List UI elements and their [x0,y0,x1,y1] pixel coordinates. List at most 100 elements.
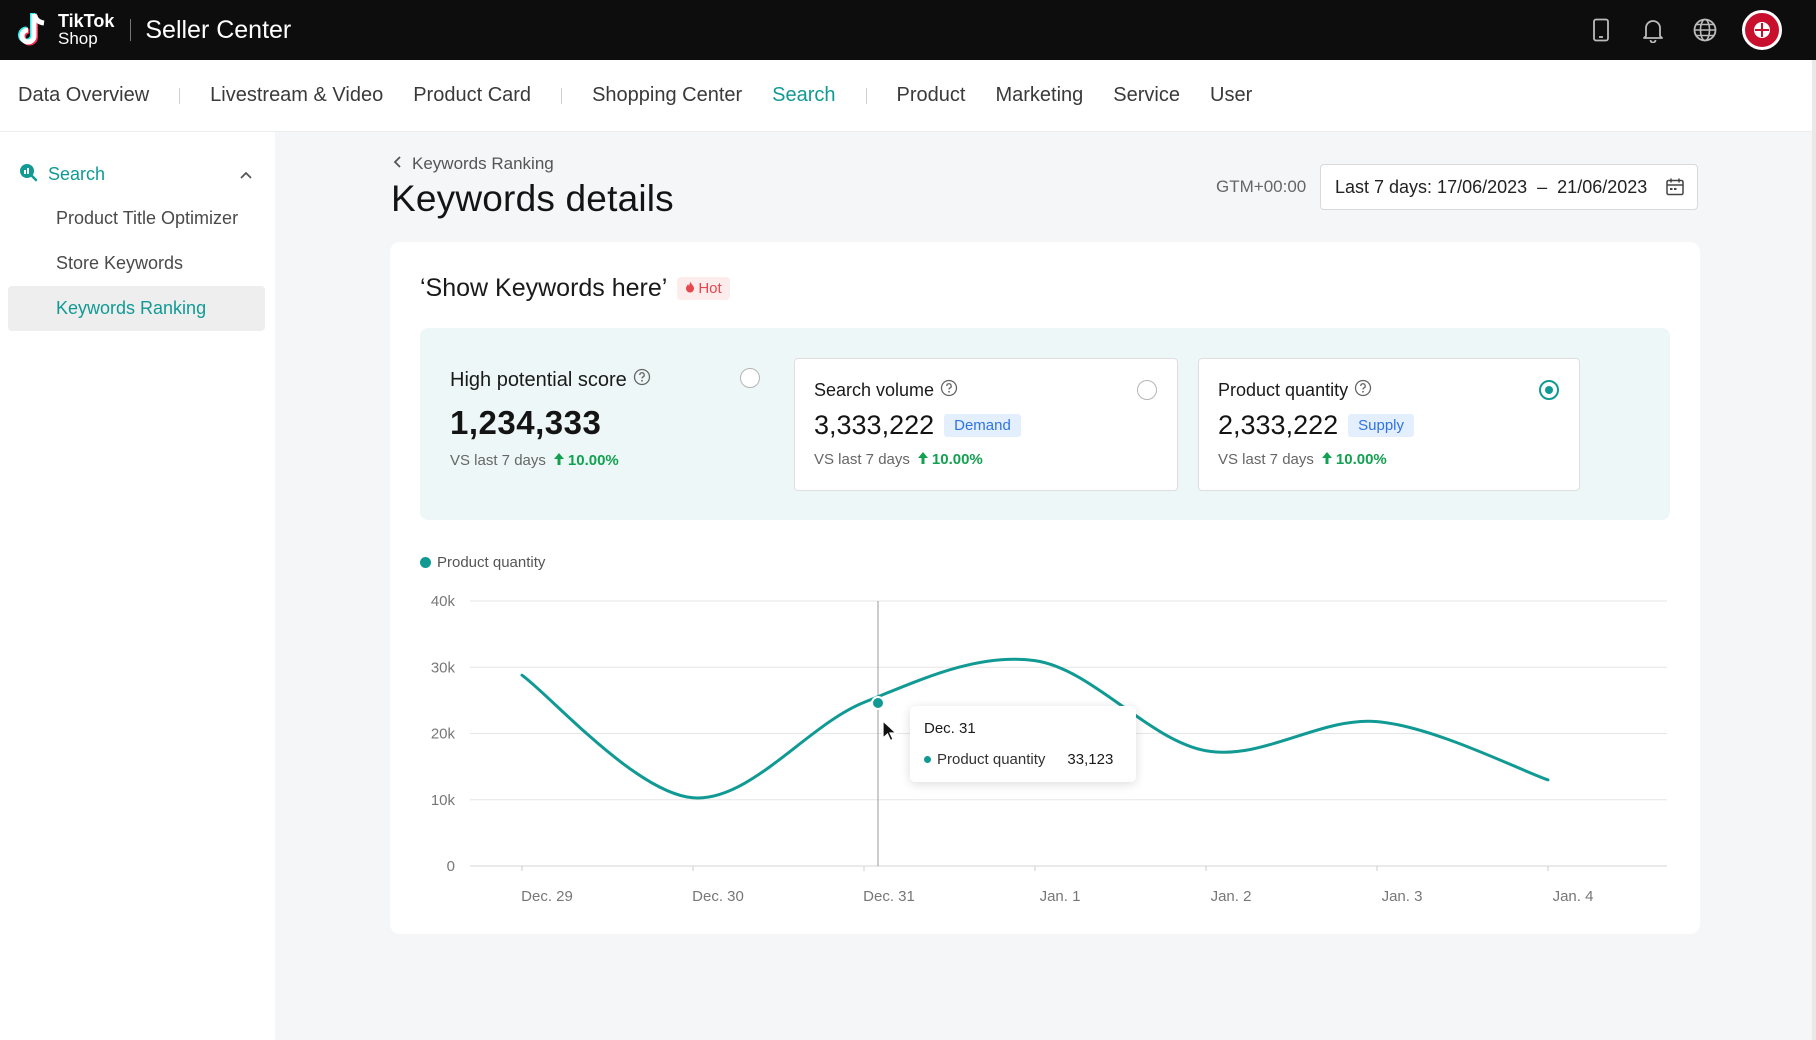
metric-value: 3,333,222 [814,410,935,440]
nav-user[interactable]: User [1210,84,1252,107]
sidebar-item-keywords-ranking[interactable]: Keywords Ranking [8,286,265,331]
metric-change: 10.00% [553,452,619,469]
supply-tag: Supply [1348,414,1414,437]
radio-search-volume[interactable] [1137,380,1157,400]
tooltip-value: 33,123 [1067,751,1114,768]
sidebar-group-search[interactable]: Search [0,152,275,196]
chevron-left-icon [393,154,402,174]
legend-label: Product quantity [437,554,546,571]
help-icon[interactable] [1354,379,1372,402]
sidebar-item-product-title-optimizer[interactable]: Product Title Optimizer [8,196,265,241]
metric-vs-label: VS last 7 days [450,452,546,469]
radio-product-quantity[interactable] [1539,380,1559,400]
tiktok-shop-logo[interactable]: TikTok Shop [16,10,114,50]
search-chart-icon [18,162,38,187]
metric-change-value: 10.00% [931,451,983,468]
metric-comparison: VS last 7 days 10.00% [450,452,651,469]
metric-change-value: 10.00% [567,452,619,469]
main-content: Keywords Ranking Keywords details GTM+00… [275,132,1816,1040]
timezone-label: GTM+00:00 [1216,177,1307,196]
hot-badge: Hot [677,277,730,300]
metric-label: High potential score [450,368,651,392]
keyword-title: ‘Show Keywords here’ [420,274,668,302]
nav-search[interactable]: Search [772,84,835,107]
breadcrumb[interactable]: Keywords Ranking [393,154,554,174]
help-icon[interactable] [633,368,651,392]
breadcrumb-label: Keywords Ranking [412,154,554,173]
metric-product-quantity[interactable]: Product quantity 2,333,222 Supply VS las… [1198,358,1580,491]
metric-label: Product quantity [1218,379,1579,402]
date-range-picker[interactable]: Last 7 days: 17/06/2023 – 21/06/2023 [1320,164,1698,210]
metric-label: Search volume [814,379,1177,402]
metric-label-text: Product quantity [1218,380,1349,400]
tooltip-series: Product quantity [937,751,1046,768]
nav-shopping-center[interactable]: Shopping Center [592,84,742,107]
arrow-up-icon [1321,451,1332,468]
sidebar-item-store-keywords[interactable]: Store Keywords [8,241,265,286]
bell-icon[interactable] [1638,15,1668,45]
avatar[interactable] [1742,10,1782,50]
chart-legend[interactable]: Product quantity [420,554,545,571]
arrow-up-icon [917,451,928,468]
nav-service[interactable]: Service [1113,84,1180,107]
calendar-icon [1665,177,1685,202]
metric-high-potential[interactable]: High potential score 1,234,333 VS last 7… [450,368,651,469]
sidebar-item-label: Keywords Ranking [56,298,207,318]
chart-tooltip: Dec. 31 Product quantity 33,123 [910,706,1136,782]
keyword-details-card: ‘Show Keywords here’ Hot High potential … [390,242,1700,934]
nav-product-card[interactable]: Product Card [413,84,531,107]
date-range-start: Last 7 days: 17/06/2023 [1335,176,1528,197]
sidebar-group-label: Search [48,163,106,184]
metric-value-row: 3,333,222 Demand [814,410,1177,441]
top-header: TikTok Shop Seller Center [0,0,1816,60]
metric-vs-label: VS last 7 days [1218,451,1314,468]
mouse-pointer-icon [881,719,901,748]
metric-value: 1,234,333 [450,404,602,441]
scrollbar[interactable] [1812,60,1816,1040]
arrow-up-icon [553,452,564,469]
globe-icon[interactable] [1690,15,1720,45]
nav-product[interactable]: Product [897,84,966,107]
metric-vs-label: VS last 7 days [814,451,910,468]
sidebar: Search Product Title Optimizer Store Key… [0,132,275,1040]
date-range-separator: – [1537,176,1548,197]
tiktok-logo-icon [16,10,52,50]
sidebar-item-label: Product Title Optimizer [56,208,239,228]
metric-change: 10.00% [917,451,983,468]
nav-data-overview[interactable]: Data Overview [18,84,149,107]
nav-livestream-video[interactable]: Livestream & Video [210,84,383,107]
chevron-up-icon[interactable] [239,164,253,185]
nav-divider [865,87,867,104]
page-title: Keywords details [391,178,674,219]
nav-divider [561,87,563,104]
header-actions [1586,0,1782,60]
tooltip-dot [924,756,931,763]
metric-comparison: VS last 7 days 10.00% [814,451,1177,468]
metric-comparison: VS last 7 days 10.00% [1218,451,1579,468]
legend-dot [420,557,431,568]
metric-label-text: High potential score [450,368,627,391]
radio-high-potential[interactable] [740,368,760,388]
nav-divider [179,87,181,104]
metric-label-text: Search volume [814,380,935,400]
logo-divider [130,19,132,41]
tooltip-date: Dec. 31 [924,720,976,737]
metric-change-value: 10.00% [1335,451,1387,468]
hot-badge-label: Hot [698,280,722,297]
app-title: Seller Center [145,15,292,44]
demand-tag: Demand [944,414,1021,437]
keyword-title-row: ‘Show Keywords here’ Hot [420,274,730,303]
metric-value-row: 2,333,222 Supply [1218,410,1579,441]
logo-text: TikTok Shop [58,11,115,48]
sidebar-item-label: Store Keywords [56,253,184,273]
metrics-panel: High potential score 1,234,333 VS last 7… [420,328,1670,520]
logo-line2: Shop [58,29,98,48]
help-icon[interactable] [940,379,958,402]
nav-marketing[interactable]: Marketing [995,84,1083,107]
flame-icon [685,280,695,297]
mobile-icon[interactable] [1586,15,1616,45]
tooltip-row: Product quantity 33,123 [924,751,1136,768]
logo-line1: TikTok [58,11,115,31]
metric-search-volume[interactable]: Search volume 3,333,222 Demand VS last 7… [794,358,1178,491]
main-nav: Data Overview Livestream & Video Product… [0,60,1816,132]
